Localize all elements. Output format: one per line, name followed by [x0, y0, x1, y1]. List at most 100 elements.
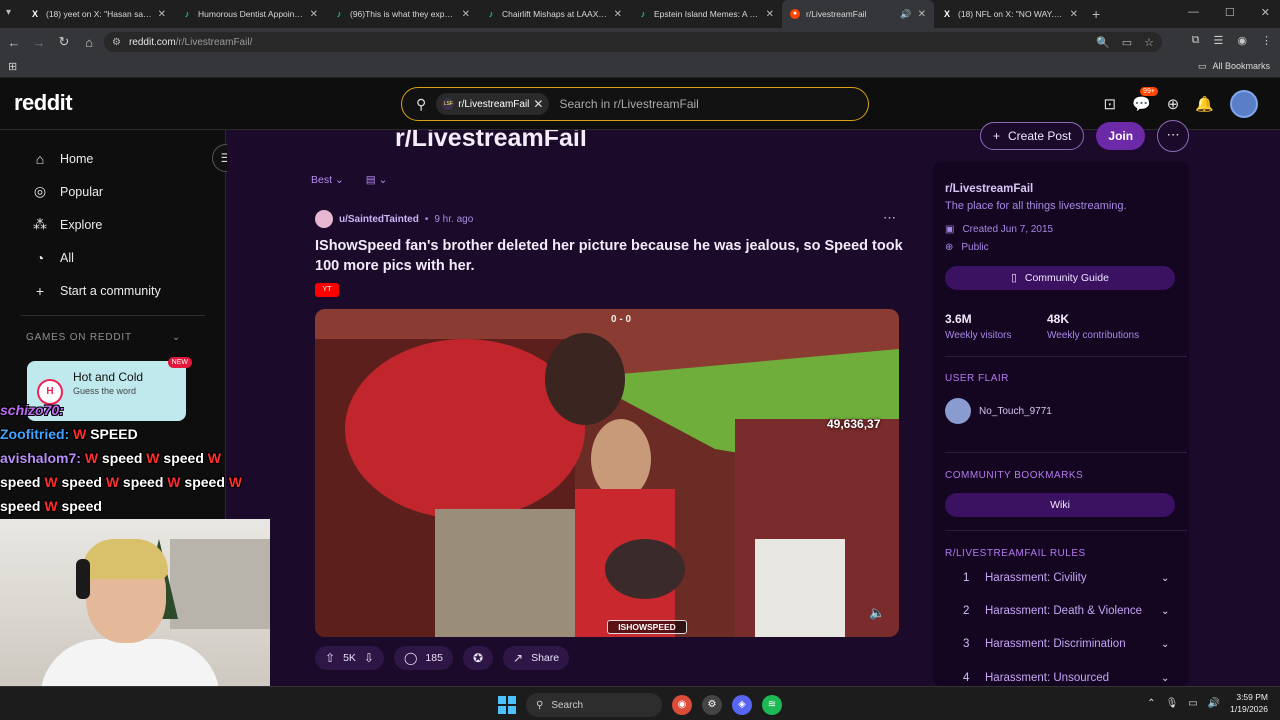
- chat-icon[interactable]: 💬 99+: [1132, 87, 1158, 113]
- new-tab-button[interactable]: +: [1092, 6, 1100, 22]
- close-icon[interactable]: ✕: [918, 9, 926, 20]
- sidebar-item-home[interactable]: ⌂ Home: [0, 142, 225, 175]
- tiktok-icon: ♪: [336, 9, 342, 19]
- tab-title: r/LivestreamFail: [806, 9, 867, 19]
- user-avatar[interactable]: [315, 210, 333, 228]
- rule-item[interactable]: 1 Harassment: Civility ⌄: [945, 572, 1177, 584]
- rule-item[interactable]: 4 Harassment: Unsourced ⌄: [945, 672, 1177, 684]
- close-icon[interactable]: ✕: [766, 9, 774, 20]
- streamer-webcam: [0, 519, 270, 709]
- discord-icon[interactable]: ◈: [732, 695, 752, 715]
- share-button[interactable]: ↗ Share: [503, 646, 570, 670]
- clock[interactable]: 3:59 PM 1/19/2026: [1230, 691, 1268, 715]
- clear-scope-icon[interactable]: ✕: [533, 97, 543, 111]
- close-icon[interactable]: ✕: [1070, 9, 1078, 20]
- upvote-icon[interactable]: ⇧: [325, 651, 335, 665]
- community-guide-button[interactable]: ▯ Community Guide: [945, 266, 1175, 290]
- browser-tab-active[interactable]: ● r/LivestreamFail 🔊 ✕: [782, 0, 934, 28]
- browser-tab[interactable]: X (18) NFL on X: "NO WAY. CALEB ✕: [934, 0, 1086, 28]
- volume-icon[interactable]: 🔈: [869, 605, 885, 621]
- bell-icon[interactable]: 🔔: [1195, 95, 1214, 113]
- all-icon: ◔: [35, 249, 45, 266]
- post-video[interactable]: 0 - 0 49,636,37 ISHOWSPEED 🔈: [315, 309, 899, 637]
- chevron-up-icon[interactable]: ⌃: [1147, 698, 1155, 709]
- back-icon[interactable]: ←: [3, 35, 25, 50]
- menu-icon[interactable]: ⋮: [1261, 34, 1272, 47]
- community-description: The place for all things livestreaming.: [945, 200, 1127, 212]
- sidebar-item-popular[interactable]: ◎ Popular: [0, 175, 225, 208]
- close-icon[interactable]: ✕: [158, 9, 166, 20]
- user-flair-heading: USER FLAIR: [945, 373, 1009, 384]
- cast-icon[interactable]: ▭: [1122, 36, 1132, 49]
- all-bookmarks-button[interactable]: ▭ All Bookmarks: [1198, 61, 1270, 72]
- bookmark-star-icon[interactable]: ☆: [1144, 36, 1154, 49]
- reload-icon[interactable]: ↻: [53, 34, 75, 50]
- search-scope-chip[interactable]: LSF r/LivestreamFail ✕: [436, 93, 550, 115]
- speaker-icon[interactable]: 🔊: [900, 9, 911, 20]
- divider: [945, 530, 1187, 531]
- rules-heading: R/LIVESTREAMFAIL RULES: [945, 548, 1086, 559]
- search-bar[interactable]: ⚲ LSF r/LivestreamFail ✕: [401, 87, 869, 121]
- create-icon[interactable]: ⊕: [1167, 95, 1180, 113]
- close-window-icon[interactable]: ✕: [1261, 6, 1270, 19]
- chat-message: schizo70:: [0, 402, 64, 418]
- reddit-logo[interactable]: reddit: [14, 90, 73, 116]
- rule-item[interactable]: 3 Harassment: Discrimination ⌄: [945, 638, 1177, 650]
- volume-icon[interactable]: 🔊: [1208, 698, 1220, 709]
- close-icon[interactable]: ✕: [462, 9, 470, 20]
- reading-list-icon[interactable]: ☰: [1214, 34, 1224, 47]
- post-author[interactable]: u/SaintedTainted: [339, 214, 419, 225]
- user-avatar[interactable]: [1230, 90, 1258, 118]
- post-options-icon[interactable]: ⋯: [883, 210, 896, 226]
- reddit-icon: ●: [790, 9, 800, 19]
- sidebar-item-explore[interactable]: ⁂ Explore: [0, 208, 225, 241]
- game-title: Hot and Cold: [73, 370, 144, 384]
- stat-weekly-contributions: 48K Weekly contributions: [1047, 312, 1140, 341]
- address-bar[interactable]: ⚙ reddit.com/r/LivestreamFail/ 🔍 ▭ ☆: [104, 32, 1162, 52]
- award-button[interactable]: ✪: [462, 646, 493, 670]
- post-title[interactable]: IShowSpeed fan's brother deleted her pic…: [315, 236, 905, 276]
- browser-tab[interactable]: ♪ Chairlift Mishaps at LAAX Oper ✕: [478, 0, 630, 28]
- zoom-icon[interactable]: 🔍: [1096, 36, 1110, 49]
- start-button[interactable]: [498, 696, 516, 714]
- extensions-icon[interactable]: ⧉: [1192, 34, 1200, 47]
- spotify-icon[interactable]: ≋: [762, 695, 782, 715]
- games-section-header[interactable]: GAMES ON REDDIT ⌄: [0, 324, 225, 350]
- tab-search-icon[interactable]: ▾: [6, 7, 11, 18]
- sort-dropdown[interactable]: Best ⌄: [311, 174, 344, 186]
- maximize-icon[interactable]: ☐: [1225, 6, 1235, 19]
- chrome-icon[interactable]: ◉: [672, 695, 692, 715]
- search-input[interactable]: [559, 97, 800, 111]
- join-button[interactable]: Join: [1096, 122, 1146, 150]
- advertise-icon[interactable]: ⊡: [1103, 95, 1116, 113]
- view-dropdown[interactable]: ▤ ⌄: [366, 174, 388, 186]
- forward-icon[interactable]: →: [28, 35, 50, 50]
- community-sidebar: r/LivestreamFail The place for all thing…: [933, 162, 1189, 686]
- wiki-button[interactable]: Wiki: [945, 493, 1175, 517]
- create-post-button[interactable]: + Create Post: [980, 122, 1085, 150]
- close-icon[interactable]: ✕: [310, 9, 318, 20]
- url-path: /r/LivestreamFail/: [175, 36, 253, 48]
- browser-tab[interactable]: ♪ Humorous Dentist Appointmen ✕: [174, 0, 326, 28]
- site-info-icon[interactable]: ⚙: [112, 37, 121, 48]
- rule-item[interactable]: 2 Harassment: Death & Violence ⌄: [945, 605, 1177, 617]
- sidebar-item-start-community[interactable]: + Start a community: [0, 274, 225, 307]
- home-browser-icon[interactable]: ⌂: [78, 35, 100, 50]
- user-flair[interactable]: No_Touch_9771: [945, 398, 1052, 424]
- browser-tab[interactable]: ♪ (96)This is what they expect! # ✕: [326, 0, 478, 28]
- settings-icon[interactable]: ⚙: [702, 695, 722, 715]
- minimize-icon[interactable]: —: [1188, 6, 1199, 19]
- comments-button[interactable]: ◯ 185: [393, 646, 453, 670]
- more-options-icon[interactable]: ⋯: [1157, 120, 1190, 152]
- taskbar-search[interactable]: ⚲ Search: [526, 693, 662, 717]
- browser-tab[interactable]: X (18) yeet on X: "Hasan says out ✕: [22, 0, 174, 28]
- sidebar-item-all[interactable]: ◔ All: [0, 241, 225, 274]
- close-icon[interactable]: ✕: [614, 9, 622, 20]
- microphone-icon[interactable]: 🎙: [1166, 698, 1179, 709]
- apps-grid-icon[interactable]: ⊞: [8, 60, 17, 73]
- browser-tab[interactable]: ♪ Epstein Island Memes: A Humo ✕: [630, 0, 782, 28]
- network-icon[interactable]: ▭: [1188, 698, 1197, 709]
- profile-icon[interactable]: ◉: [1237, 34, 1247, 47]
- downvote-icon[interactable]: ⇩: [364, 651, 374, 665]
- tab-title: Epstein Island Memes: A Humo: [654, 9, 760, 19]
